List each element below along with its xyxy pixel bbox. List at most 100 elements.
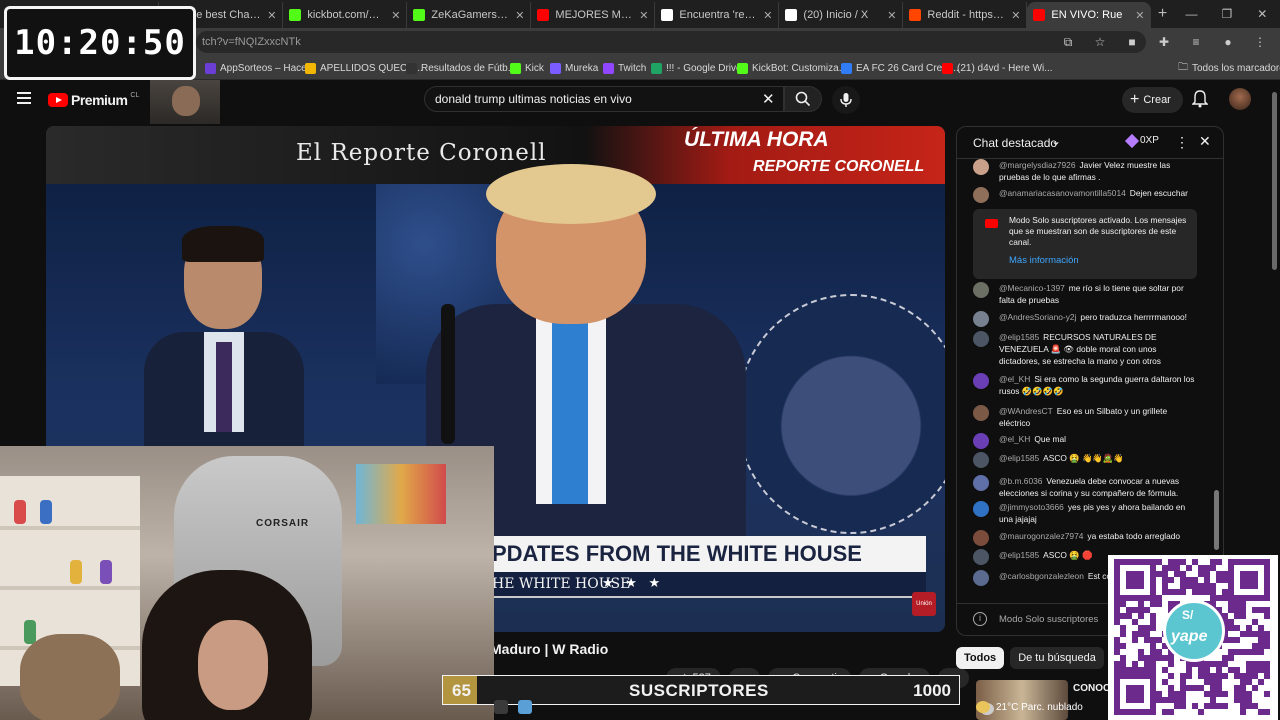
browser-tab[interactable]: Reddit - https://i.redd ✕ bbox=[903, 2, 1028, 28]
recommended-video-title[interactable]: CONOC bbox=[1073, 683, 1110, 694]
taskbar-app-icon[interactable] bbox=[494, 700, 508, 714]
chat-author[interactable]: @el_KH bbox=[999, 374, 1030, 384]
bookmark-item[interactable]: Kick bbox=[510, 59, 544, 77]
chat-author[interactable]: @elip1585 bbox=[999, 453, 1039, 463]
chat-author[interactable]: @el_KH bbox=[999, 434, 1030, 444]
chat-author[interactable]: @maurogonzalez7974 bbox=[999, 531, 1083, 541]
chat-author-avatar[interactable] bbox=[973, 530, 989, 546]
tab-close-icon[interactable]: ✕ bbox=[515, 9, 524, 22]
chat-author-avatar[interactable] bbox=[973, 282, 989, 298]
all-bookmarks-folder[interactable]: 🗀︎ Todos los marcadores bbox=[1178, 59, 1280, 77]
clear-search-icon[interactable]: ✕ bbox=[762, 90, 775, 108]
tab-close-icon[interactable]: ✕ bbox=[763, 9, 772, 22]
bookmark-item[interactable]: KickBot: Customiza... bbox=[737, 59, 847, 77]
chat-author-avatar[interactable] bbox=[973, 405, 989, 421]
chat-author[interactable]: @b.m.6036 bbox=[999, 476, 1042, 486]
tab-favicon-icon bbox=[785, 9, 798, 21]
search-icon bbox=[795, 91, 811, 107]
more-info-link[interactable]: Más información bbox=[1009, 255, 1079, 266]
tab-close-icon[interactable]: ✕ bbox=[639, 9, 648, 22]
chat-message-text: ASCO 🤮 👋👋🧟👋 bbox=[1043, 453, 1124, 463]
browser-tab[interactable]: Encuentra 'resumen ✕ bbox=[655, 2, 780, 28]
youtube-logo[interactable]: Premium CL bbox=[48, 92, 139, 108]
page-scrollbar[interactable] bbox=[1272, 92, 1277, 270]
bookmark-item[interactable]: Twitch bbox=[603, 59, 646, 77]
chat-author[interactable]: @anamariacasanovamontilla5014 bbox=[999, 188, 1126, 198]
chat-author-avatar[interactable] bbox=[973, 373, 989, 389]
chat-author[interactable]: @elip1585 bbox=[999, 332, 1039, 342]
tabs-container: SustentoSR Stream✕The best ChatBot and✕k… bbox=[35, 0, 1152, 28]
reading-list-icon[interactable]: ≡ bbox=[1186, 32, 1206, 52]
chat-author[interactable]: @jimmysoto3666 bbox=[999, 502, 1064, 512]
taskbar-weather[interactable]: 21°C Parc. nublado bbox=[976, 696, 1106, 718]
chat-author[interactable]: @margelysdiaz7926 bbox=[999, 160, 1075, 170]
tab-close-icon[interactable]: ✕ bbox=[391, 9, 400, 22]
chat-author-avatar[interactable] bbox=[973, 331, 989, 347]
search-input[interactable]: donald trump ultimas noticias en vivo bbox=[424, 86, 784, 112]
browser-tab[interactable]: kickbot.com/dashboa ✕ bbox=[283, 2, 408, 28]
filter-chip[interactable]: Todos bbox=[956, 647, 1005, 669]
browser-tab[interactable]: EN VIVO: Rue ✕ bbox=[1027, 2, 1152, 28]
bookmark-item[interactable]: AppSorteos – Hace... bbox=[205, 59, 315, 77]
tab-close-icon[interactable]: ✕ bbox=[267, 9, 276, 22]
partly-cloudy-icon bbox=[976, 701, 990, 713]
bookmark-item[interactable]: !!! - Google Drive bbox=[651, 59, 742, 77]
chat-author-avatar[interactable] bbox=[973, 311, 989, 327]
minimize-icon[interactable]: — bbox=[1174, 7, 1209, 21]
tab-close-icon[interactable]: ✕ bbox=[1011, 9, 1020, 22]
chat-author-avatar[interactable] bbox=[973, 549, 989, 565]
lower-third-headline: PDATES FROM THE WHITE HOUSE bbox=[492, 541, 862, 566]
chat-author[interactable]: @WAndresCT bbox=[999, 406, 1053, 416]
tab-label: ZeKaGamers_Oficial bbox=[431, 9, 509, 21]
chat-author[interactable]: @Mecanico-1397 bbox=[999, 283, 1065, 293]
chat-mode-selector[interactable]: Chat destacado bbox=[973, 136, 1057, 150]
chat-close-icon[interactable]: ✕ bbox=[1199, 133, 1211, 150]
extension-icon[interactable]: ■ bbox=[1122, 32, 1142, 52]
bookmark-star-icon[interactable]: ☆ bbox=[1090, 32, 1110, 52]
chat-author-avatar[interactable] bbox=[973, 159, 989, 175]
account-avatar[interactable] bbox=[1229, 88, 1251, 110]
create-button[interactable]: + Crear bbox=[1122, 87, 1183, 113]
bookmark-item[interactable]: (21) d4vd - Here Wi... bbox=[942, 59, 1053, 77]
browser-tab[interactable]: (20) Inicio / X ✕ bbox=[779, 2, 904, 28]
browser-tab[interactable]: MEJORES MOMENTO ✕ bbox=[531, 2, 656, 28]
browser-menu-icon[interactable]: ⋮ bbox=[1250, 32, 1270, 52]
yape-symbol: S/ bbox=[1182, 608, 1194, 622]
gem-icon bbox=[1124, 133, 1140, 148]
menu-icon[interactable] bbox=[17, 92, 31, 104]
notifications-bell-icon[interactable] bbox=[1192, 90, 1208, 108]
chat-author-avatar[interactable] bbox=[973, 187, 989, 203]
chat-author-avatar[interactable] bbox=[973, 475, 989, 491]
chat-author[interactable]: @carlosbgonzalezleon bbox=[999, 571, 1084, 581]
chat-author-avatar[interactable] bbox=[973, 433, 989, 449]
profile-icon[interactable]: ● bbox=[1218, 32, 1238, 52]
search-button[interactable] bbox=[784, 86, 822, 112]
tab-favicon-icon bbox=[1033, 9, 1046, 21]
cast-icon[interactable]: ⧉ bbox=[1058, 32, 1078, 52]
chat-more-icon[interactable]: ⋮ bbox=[1175, 134, 1189, 151]
chair-brand: CORSAIR bbox=[256, 518, 310, 529]
voice-search-button[interactable] bbox=[832, 86, 860, 114]
chat-scrollbar[interactable] bbox=[1214, 490, 1219, 550]
channel-watermark: Unión bbox=[912, 592, 936, 616]
bookmark-item[interactable]: Resultados de Fútb... bbox=[406, 59, 516, 77]
xp-badge[interactable]: 0XP bbox=[1124, 133, 1159, 148]
tab-close-icon[interactable]: ✕ bbox=[887, 9, 896, 22]
extensions-puzzle-icon[interactable]: ✚ bbox=[1154, 32, 1174, 52]
chevron-down-icon[interactable]: ⌄ bbox=[1051, 134, 1061, 148]
taskbar-app-icon[interactable] bbox=[518, 700, 532, 714]
chat-author-avatar[interactable] bbox=[973, 452, 989, 468]
chat-author[interactable]: @AndresSoriano-y2j bbox=[999, 312, 1076, 322]
tab-close-icon[interactable]: ✕ bbox=[1135, 9, 1144, 22]
chat-message-text: Que mal bbox=[1034, 434, 1066, 444]
address-bar[interactable]: tch?v=fNQIZxxcNTk bbox=[196, 31, 1146, 53]
maximize-icon[interactable]: ❐ bbox=[1209, 7, 1244, 21]
bookmark-item[interactable]: Mureka bbox=[550, 59, 598, 77]
new-tab-button[interactable]: + bbox=[1151, 5, 1173, 23]
browser-tab[interactable]: ZeKaGamers_Oficial ✕ bbox=[407, 2, 532, 28]
chat-author[interactable]: @elip1585 bbox=[999, 550, 1039, 560]
chat-author-avatar[interactable] bbox=[973, 570, 989, 586]
chat-author-avatar[interactable] bbox=[973, 501, 989, 517]
filter-chip[interactable]: De tu búsqueda bbox=[1010, 647, 1104, 669]
window-close-icon[interactable]: ✕ bbox=[1245, 7, 1280, 21]
